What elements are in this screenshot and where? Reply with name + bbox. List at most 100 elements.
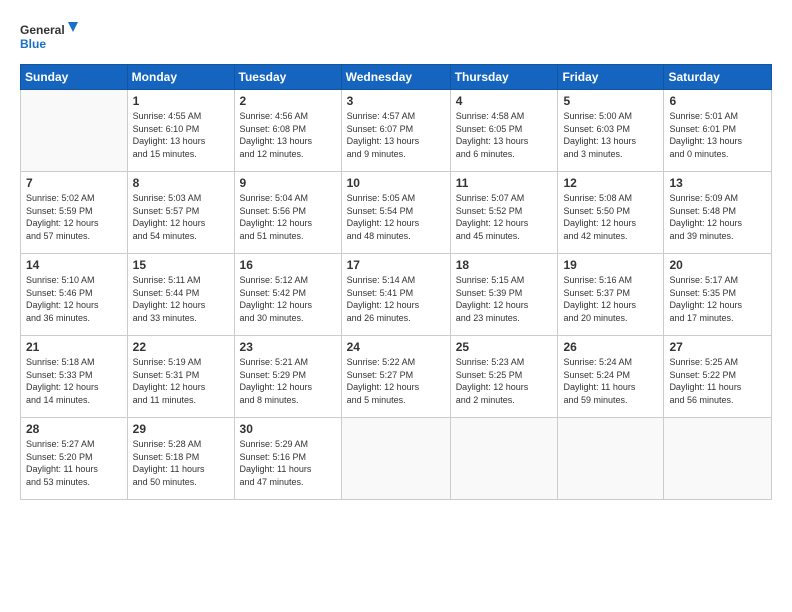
day-number: 16: [240, 258, 336, 272]
day-number: 28: [26, 422, 122, 436]
day-info: Sunrise: 5:09 AM Sunset: 5:48 PM Dayligh…: [669, 192, 766, 242]
calendar-cell: 20 Sunrise: 5:17 AM Sunset: 5:35 PM Dayli…: [664, 254, 772, 336]
day-number: 4: [456, 94, 553, 108]
calendar-cell: 8 Sunrise: 5:03 AM Sunset: 5:57 PM Daylig…: [127, 172, 234, 254]
day-number: 20: [669, 258, 766, 272]
day-number: 23: [240, 340, 336, 354]
calendar-week-row: 28 Sunrise: 5:27 AM Sunset: 5:20 PM Dayli…: [21, 418, 772, 500]
calendar-cell: 16 Sunrise: 5:12 AM Sunset: 5:42 PM Dayli…: [234, 254, 341, 336]
calendar-cell: [664, 418, 772, 500]
calendar-cell: 4 Sunrise: 4:58 AM Sunset: 6:05 PM Daylig…: [450, 90, 558, 172]
calendar-cell: 23 Sunrise: 5:21 AM Sunset: 5:29 PM Dayli…: [234, 336, 341, 418]
day-info: Sunrise: 5:22 AM Sunset: 5:27 PM Dayligh…: [347, 356, 445, 406]
weekday-header: Monday: [127, 65, 234, 90]
page-header: General Blue: [20, 18, 772, 56]
calendar-cell: 24 Sunrise: 5:22 AM Sunset: 5:27 PM Dayli…: [341, 336, 450, 418]
svg-text:General: General: [20, 23, 65, 37]
calendar-cell: 11Sunrise: 5:07 AM Sunset: 5:52 PM Dayli…: [450, 172, 558, 254]
calendar-cell: 10 Sunrise: 5:05 AM Sunset: 5:54 PM Dayli…: [341, 172, 450, 254]
day-info: Sunrise: 5:12 AM Sunset: 5:42 PM Dayligh…: [240, 274, 336, 324]
day-info: Sunrise: 5:19 AM Sunset: 5:31 PM Dayligh…: [133, 356, 229, 406]
day-info: Sunrise: 5:29 AM Sunset: 5:16 PM Dayligh…: [240, 438, 336, 488]
day-info: Sunrise: 4:56 AM Sunset: 6:08 PM Dayligh…: [240, 110, 336, 160]
calendar-cell: 30 Sunrise: 5:29 AM Sunset: 5:16 PM Dayli…: [234, 418, 341, 500]
day-info: Sunrise: 5:14 AM Sunset: 5:41 PM Dayligh…: [347, 274, 445, 324]
day-info: Sunrise: 5:17 AM Sunset: 5:35 PM Dayligh…: [669, 274, 766, 324]
day-number: 6: [669, 94, 766, 108]
calendar-cell: 25Sunrise: 5:23 AM Sunset: 5:25 PM Dayli…: [450, 336, 558, 418]
day-info: Sunrise: 5:24 AM Sunset: 5:24 PM Dayligh…: [563, 356, 658, 406]
day-info: Sunrise: 5:28 AM Sunset: 5:18 PM Dayligh…: [133, 438, 229, 488]
calendar-week-row: 21 Sunrise: 5:18 AM Sunset: 5:33 PM Dayli…: [21, 336, 772, 418]
day-number: 17: [347, 258, 445, 272]
day-info: Sunrise: 5:05 AM Sunset: 5:54 PM Dayligh…: [347, 192, 445, 242]
day-number: 2: [240, 94, 336, 108]
logo: General Blue: [20, 18, 80, 56]
day-info: Sunrise: 5:10 AM Sunset: 5:46 PM Dayligh…: [26, 274, 122, 324]
calendar-cell: 21 Sunrise: 5:18 AM Sunset: 5:33 PM Dayli…: [21, 336, 128, 418]
day-info: Sunrise: 5:21 AM Sunset: 5:29 PM Dayligh…: [240, 356, 336, 406]
calendar-cell: 3 Sunrise: 4:57 AM Sunset: 6:07 PM Daylig…: [341, 90, 450, 172]
day-info: Sunrise: 4:55 AM Sunset: 6:10 PM Dayligh…: [133, 110, 229, 160]
day-info: Sunrise: 4:58 AM Sunset: 6:05 PM Dayligh…: [456, 110, 553, 160]
calendar-cell: 29 Sunrise: 5:28 AM Sunset: 5:18 PM Dayli…: [127, 418, 234, 500]
day-number: 8: [133, 176, 229, 190]
day-number: 11: [456, 176, 553, 190]
calendar-cell: [341, 418, 450, 500]
day-info: Sunrise: 5:23 AM Sunset: 5:25 PM Dayligh…: [456, 356, 553, 406]
day-number: 10: [347, 176, 445, 190]
calendar-cell: 6Sunrise: 5:01 AM Sunset: 6:01 PM Daylig…: [664, 90, 772, 172]
calendar-cell: 13 Sunrise: 5:09 AM Sunset: 5:48 PM Dayli…: [664, 172, 772, 254]
calendar-cell: 18 Sunrise: 5:15 AM Sunset: 5:39 PM Dayli…: [450, 254, 558, 336]
day-number: 12: [563, 176, 658, 190]
day-info: Sunrise: 4:57 AM Sunset: 6:07 PM Dayligh…: [347, 110, 445, 160]
day-info: Sunrise: 5:18 AM Sunset: 5:33 PM Dayligh…: [26, 356, 122, 406]
weekday-header: Saturday: [664, 65, 772, 90]
day-number: 1: [133, 94, 229, 108]
calendar-cell: 2 Sunrise: 4:56 AM Sunset: 6:08 PM Daylig…: [234, 90, 341, 172]
calendar-cell: 1 Sunrise: 4:55 AM Sunset: 6:10 PM Daylig…: [127, 90, 234, 172]
calendar-cell: 15 Sunrise: 5:11 AM Sunset: 5:44 PM Dayli…: [127, 254, 234, 336]
logo-svg: General Blue: [20, 18, 80, 56]
day-number: 19: [563, 258, 658, 272]
calendar-cell: [450, 418, 558, 500]
day-number: 14: [26, 258, 122, 272]
day-number: 30: [240, 422, 336, 436]
day-number: 13: [669, 176, 766, 190]
calendar-week-row: 14 Sunrise: 5:10 AM Sunset: 5:46 PM Dayli…: [21, 254, 772, 336]
calendar-cell: 26 Sunrise: 5:24 AM Sunset: 5:24 PM Dayli…: [558, 336, 664, 418]
day-number: 24: [347, 340, 445, 354]
day-info: Sunrise: 5:00 AM Sunset: 6:03 PM Dayligh…: [563, 110, 658, 160]
calendar-header-row: SundayMondayTuesdayWednesdayThursdayFrid…: [21, 65, 772, 90]
day-number: 29: [133, 422, 229, 436]
calendar-week-row: 1 Sunrise: 4:55 AM Sunset: 6:10 PM Daylig…: [21, 90, 772, 172]
day-number: 3: [347, 94, 445, 108]
calendar-cell: 14 Sunrise: 5:10 AM Sunset: 5:46 PM Dayli…: [21, 254, 128, 336]
day-info: Sunrise: 5:25 AM Sunset: 5:22 PM Dayligh…: [669, 356, 766, 406]
day-info: Sunrise: 5:11 AM Sunset: 5:44 PM Dayligh…: [133, 274, 229, 324]
weekday-header: Friday: [558, 65, 664, 90]
day-number: 21: [26, 340, 122, 354]
day-info: Sunrise: 5:02 AM Sunset: 5:59 PM Dayligh…: [26, 192, 122, 242]
day-info: Sunrise: 5:03 AM Sunset: 5:57 PM Dayligh…: [133, 192, 229, 242]
day-number: 27: [669, 340, 766, 354]
weekday-header: Thursday: [450, 65, 558, 90]
day-info: Sunrise: 5:15 AM Sunset: 5:39 PM Dayligh…: [456, 274, 553, 324]
day-number: 9: [240, 176, 336, 190]
day-info: Sunrise: 5:08 AM Sunset: 5:50 PM Dayligh…: [563, 192, 658, 242]
calendar-cell: 27 Sunrise: 5:25 AM Sunset: 5:22 PM Dayli…: [664, 336, 772, 418]
day-number: 22: [133, 340, 229, 354]
calendar-table: SundayMondayTuesdayWednesdayThursdayFrid…: [20, 64, 772, 500]
day-info: Sunrise: 5:27 AM Sunset: 5:20 PM Dayligh…: [26, 438, 122, 488]
calendar-cell: 17 Sunrise: 5:14 AM Sunset: 5:41 PM Dayli…: [341, 254, 450, 336]
day-number: 7: [26, 176, 122, 190]
calendar-week-row: 7 Sunrise: 5:02 AM Sunset: 5:59 PM Daylig…: [21, 172, 772, 254]
calendar-cell: 22 Sunrise: 5:19 AM Sunset: 5:31 PM Dayli…: [127, 336, 234, 418]
weekday-header: Tuesday: [234, 65, 341, 90]
calendar-cell: 7 Sunrise: 5:02 AM Sunset: 5:59 PM Daylig…: [21, 172, 128, 254]
calendar-cell: 19Sunrise: 5:16 AM Sunset: 5:37 PM Dayli…: [558, 254, 664, 336]
day-number: 15: [133, 258, 229, 272]
calendar-cell: 5Sunrise: 5:00 AM Sunset: 6:03 PM Daylig…: [558, 90, 664, 172]
day-number: 26: [563, 340, 658, 354]
day-number: 18: [456, 258, 553, 272]
